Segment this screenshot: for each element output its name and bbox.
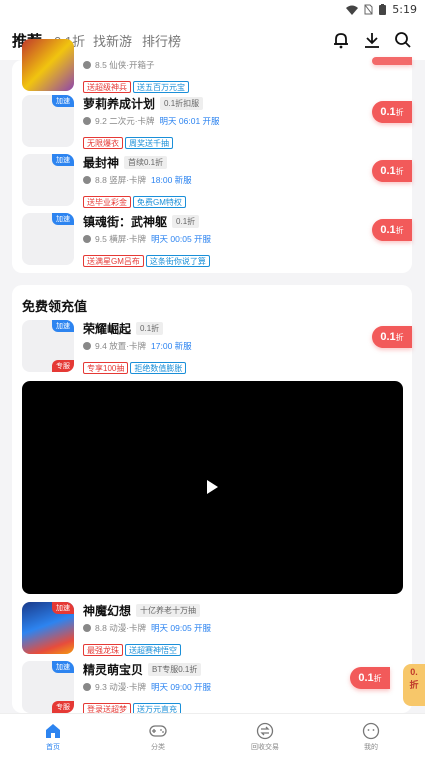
game-item[interactable]: 加速 镇魂街：武神躯 0.1折 9.5 横屏·卡牌 明天 00:05 开服 送满星G…	[22, 213, 412, 271]
game-meta: 9.4 放置·卡牌 17:00 新服	[83, 340, 192, 352]
accelerate-badge: 加速	[52, 95, 74, 107]
game-meta: 8.5 仙侠·开箱子	[83, 59, 155, 71]
game-thumbnail: 加速	[22, 213, 74, 265]
rating-icon	[83, 235, 91, 243]
game-tag: 0.1折	[172, 215, 200, 228]
promo-tag: 无限爆衣	[83, 137, 123, 149]
accelerate-badge: 加速	[52, 154, 74, 166]
game-item[interactable]: 加速专服 荣耀崛起 0.1折 9.4 放置·卡牌 17:00 新服 专享100抽 拒绝…	[22, 320, 412, 378]
game-tag: BT专服0.1折	[148, 663, 202, 676]
bottom-tab-bar: 首页 分类 回收交易 我的	[0, 713, 425, 757]
game-item[interactable]: 加速 神魔幻想 十亿养老十万抽 8.8 动漫·卡牌 明天 09:05 开服 最强龙珠…	[22, 602, 412, 660]
exchange-icon	[256, 722, 274, 740]
rating-icon	[83, 342, 91, 350]
game-thumbnail: 加速	[22, 602, 74, 654]
discount-button[interactable]: 0.1 折	[372, 160, 412, 182]
game-meta: 8.8 竖屏·卡牌 18:00 新服	[83, 174, 192, 186]
accelerate-badge: 加速	[52, 602, 74, 614]
exclusive-server-badge: 专服	[52, 360, 74, 372]
accelerate-badge: 加速	[52, 213, 74, 225]
home-icon	[46, 724, 60, 738]
game-meta: 9.5 横屏·卡牌 明天 00:05 开服	[83, 233, 211, 245]
game-tag: 十亿养老十万抽	[136, 604, 201, 617]
game-name: 精灵萌宝贝	[83, 663, 144, 677]
promo-tag: 周奖送千抽	[125, 137, 173, 149]
tab-trade[interactable]: 回收交易	[235, 722, 295, 752]
rating-icon	[83, 61, 91, 69]
game-tag: 0.1折扣服	[160, 97, 204, 110]
game-item[interactable]: 加速 最封神 首续0.1折 8.8 竖屏·卡牌 18:00 新服 送毕业彩金 免费GM…	[22, 154, 412, 212]
discount-button[interactable]: 0.1 折	[372, 219, 412, 241]
tab-profile[interactable]: 我的	[341, 722, 401, 752]
promo-tag: 送满星GM吕布	[83, 255, 144, 267]
promo-tag: 送超赛神悟空	[125, 644, 181, 656]
play-icon[interactable]	[207, 480, 218, 494]
game-name: 最封神	[83, 156, 120, 170]
game-name: 镇魂街：武神躯	[83, 215, 168, 229]
no-sim-icon	[364, 4, 373, 15]
rating-icon	[83, 117, 91, 125]
promo-tag: 送五百万元宝	[133, 81, 189, 93]
accelerate-badge: 加速	[52, 661, 74, 673]
game-thumbnail: 加速 专服	[22, 661, 74, 713]
promo-tag: 拒绝数值膨胀	[130, 362, 187, 374]
game-tag: 首续0.1折	[124, 156, 168, 169]
game-item-partial[interactable]: 8.5 仙侠·开箱子 送超级神兵 送五百万元宝	[22, 39, 412, 97]
discount-button[interactable]: 0.1 折	[372, 326, 412, 348]
face-icon	[362, 722, 380, 740]
rating-icon	[83, 683, 91, 691]
rating-icon	[83, 176, 91, 184]
game-thumbnail: 加速	[22, 95, 74, 147]
rating-icon	[83, 624, 91, 632]
video-player[interactable]	[22, 381, 403, 594]
discount-button[interactable]: 0.1 折	[372, 101, 412, 123]
floating-promo[interactable]: 0. 折	[403, 664, 425, 706]
game-meta: 8.8 动漫·卡牌 明天 09:05 开服	[83, 622, 211, 634]
tab-home[interactable]: 首页	[23, 722, 83, 752]
promo-tag: 最强龙珠	[83, 644, 123, 656]
game-name: 荣耀崛起	[83, 322, 132, 336]
wifi-icon	[346, 5, 359, 15]
game-item[interactable]: 加速 专服 精灵萌宝贝 BT专服0.1折 9.3 动漫·卡牌 明天 09:00 开服 …	[22, 661, 412, 719]
promo-tag: 专享100抽	[83, 362, 129, 374]
game-meta: 9.2 二次元·卡牌 明天 06:01 开服	[83, 115, 220, 127]
accelerate-badge: 加速	[52, 320, 74, 332]
status-bar: 5:19	[0, 0, 425, 22]
game-name: 神魔幻想	[83, 604, 132, 618]
game-name: 萝莉养成计划	[83, 97, 156, 111]
promo-tag: 送超级神兵	[83, 81, 131, 93]
clock: 5:19	[392, 3, 417, 16]
promo-tag: 这条街你说了算	[145, 255, 210, 267]
promo-tag: 送毕业彩金	[83, 196, 131, 208]
promo-tag: 免费GM特权	[133, 196, 186, 208]
game-item[interactable]: 加速 萝莉养成计划 0.1折扣服 9.2 二次元·卡牌 明天 06:01 开服 无限…	[22, 95, 412, 153]
section-title: 免费领充值	[22, 299, 88, 314]
discount-button[interactable]	[372, 57, 412, 65]
discount-button[interactable]: 0.1 折	[350, 667, 390, 689]
game-tag: 0.1折	[136, 322, 164, 335]
exclusive-server-badge: 专服	[52, 701, 74, 713]
game-thumbnail	[22, 39, 74, 91]
game-thumbnail: 加速 专服	[22, 320, 74, 372]
game-meta: 9.3 动漫·卡牌 明天 09:00 开服	[83, 681, 211, 693]
game-thumbnail: 加速	[22, 154, 74, 206]
gamepad-icon	[149, 725, 167, 737]
battery-icon	[379, 4, 387, 15]
tab-category[interactable]: 分类	[128, 722, 188, 752]
